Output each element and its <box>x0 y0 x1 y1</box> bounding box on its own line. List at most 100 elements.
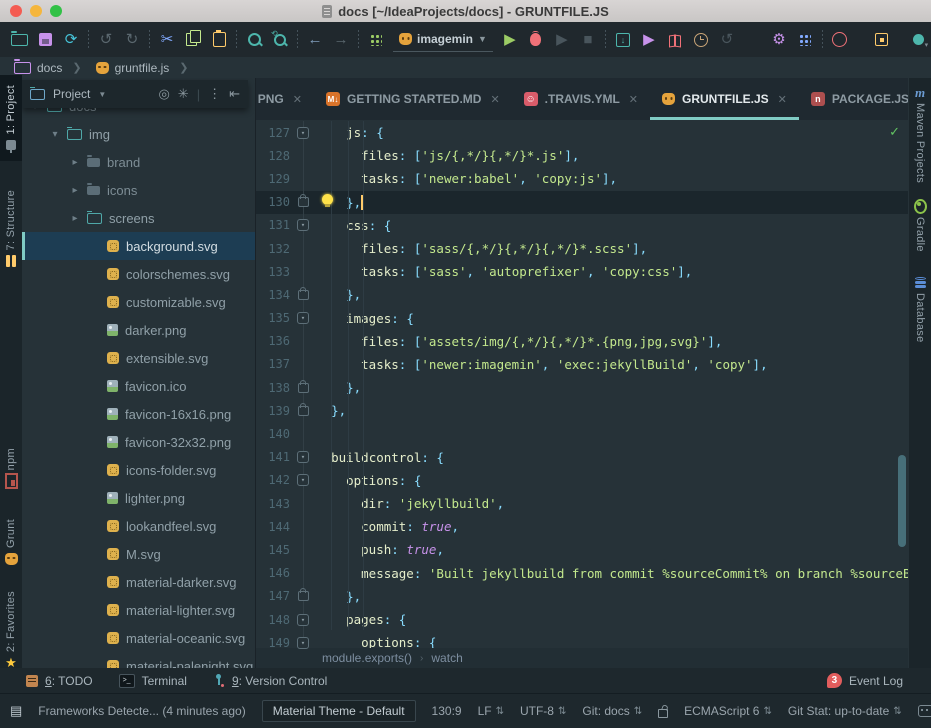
fold-close-icon[interactable] <box>297 379 309 393</box>
copy-icon[interactable] <box>180 27 206 53</box>
line-number[interactable]: 128 <box>256 149 290 163</box>
tree-item-colorschemes-svg[interactable]: colorschemes.svg <box>22 260 255 288</box>
tool-button-favorites[interactable]: 2: Favorites ★ <box>0 584 22 676</box>
line-number[interactable]: 148 <box>256 613 290 627</box>
forward-icon[interactable]: → <box>328 27 354 53</box>
tree-item-material-darker-svg[interactable]: material-darker.svg <box>22 568 255 596</box>
tree-item-lookandfeel-svg[interactable]: lookandfeel.svg <box>22 512 255 540</box>
tree-item-material-lighter-svg[interactable]: material-lighter.svg <box>22 596 255 624</box>
fold-open-icon[interactable] <box>297 126 309 139</box>
fold-open-icon[interactable] <box>297 474 309 487</box>
collapse-all-icon[interactable]: ✳ <box>178 86 189 102</box>
tree-item-icons-folder-svg[interactable]: icons-folder.svg <box>22 456 255 484</box>
readonly-toggle-icon[interactable] <box>658 705 669 718</box>
tab-package-json[interactable]: nPACKAGE.JSON✕ <box>799 78 908 120</box>
compile-icon[interactable] <box>363 27 389 53</box>
run-icon[interactable]: ▶ <box>497 27 523 53</box>
debug-icon[interactable] <box>523 27 549 53</box>
line-number[interactable]: 135 <box>256 311 290 325</box>
tree-item-img[interactable]: ▾ img <box>22 120 255 148</box>
hide-panel-icon[interactable]: ⇤ <box>229 86 240 102</box>
line-number[interactable]: 144 <box>256 520 290 534</box>
breadcrumb-watch[interactable]: watch <box>431 651 462 665</box>
tool-button-npm[interactable]: npm <box>0 436 22 500</box>
chevron-right-icon[interactable]: ▸ <box>70 185 80 196</box>
back-icon[interactable]: ← <box>302 27 328 53</box>
line-number[interactable]: 139 <box>256 404 290 418</box>
run-coverage-icon[interactable]: ▶ <box>549 27 575 53</box>
tab-gruntfile-js[interactable]: GRUNTFILE.JS ✕ <box>650 78 799 120</box>
rollback-icon[interactable] <box>662 27 688 53</box>
line-number[interactable]: 137 <box>256 357 290 371</box>
help-icon[interactable] <box>827 27 853 53</box>
tool-button-structure[interactable]: 7: Structure <box>0 165 22 293</box>
tree-item-brand[interactable]: ▸ brand <box>22 148 255 176</box>
git-branch-selector[interactable]: Git: docs ⇅ <box>582 704 642 718</box>
tree-item-icons[interactable]: ▸ icons <box>22 176 255 204</box>
line-number[interactable]: 146 <box>256 566 290 580</box>
line-number[interactable]: 134 <box>256 288 290 302</box>
breadcrumb-item-gruntfile[interactable]: gruntfile.js <box>95 61 169 75</box>
chevron-right-icon[interactable]: ▸ <box>70 213 80 224</box>
tab--travis-yml[interactable]: ☺ .TRAVIS.YML ✕ <box>512 78 650 120</box>
fold-open-icon[interactable] <box>297 613 309 626</box>
save-all-icon[interactable] <box>32 27 58 53</box>
line-separator-selector[interactable]: LF ⇅ <box>478 704 504 718</box>
project-view-selector[interactable]: Project <box>53 87 90 101</box>
theme-chip[interactable]: Material Theme - Default <box>261 700 416 722</box>
fold-close-icon[interactable] <box>297 286 309 300</box>
code-editor[interactable]: 127 js: {128 files: ['js/{,*/}{,*/}*.js'… <box>256 121 908 655</box>
tree-item-favicon-32x32-png[interactable]: favicon-32x32.png <box>22 428 255 456</box>
project-structure-icon[interactable] <box>792 27 818 53</box>
tool-button-database[interactable]: Database <box>909 276 931 364</box>
line-number[interactable]: 140 <box>256 427 290 441</box>
line-number[interactable]: 127 <box>256 126 290 140</box>
settings-icon[interactable]: ⚙ <box>766 27 792 53</box>
replace-icon[interactable] <box>267 27 293 53</box>
run-config-combo[interactable]: imagemin ▼ <box>393 27 493 52</box>
event-log-button[interactable]: 3 Event Log <box>826 673 903 688</box>
plugins-icon[interactable] <box>869 27 895 53</box>
cut-icon[interactable]: ✂ <box>154 27 180 53</box>
fold-close-icon[interactable] <box>297 194 309 208</box>
macro-record-icon[interactable] <box>907 27 931 53</box>
tab-close-icon[interactable]: ✕ <box>778 93 787 106</box>
tool-button-grunt[interactable]: Grunt <box>0 504 22 580</box>
encoding-selector[interactable]: UTF-8 ⇅ <box>520 704 566 718</box>
fold-open-icon[interactable] <box>297 312 309 325</box>
paste-icon[interactable] <box>206 27 232 53</box>
tree-item-customizable-svg[interactable]: customizable.svg <box>22 288 255 316</box>
chevron-right-icon[interactable]: ▸ <box>70 157 80 168</box>
tree-item-material-oceanic-svg[interactable]: material-oceanic.svg <box>22 624 255 652</box>
line-number[interactable]: 130 <box>256 195 290 209</box>
tab-png[interactable]: PNG ✕ <box>256 78 314 120</box>
tool-button-todo[interactable]: 6: TODO <box>26 674 93 688</box>
line-number[interactable]: 145 <box>256 543 290 557</box>
tree-item-favicon-16x16-png[interactable]: favicon-16x16.png <box>22 400 255 428</box>
tab-close-icon[interactable]: ✕ <box>629 93 638 106</box>
language-level-selector[interactable]: ECMAScript 6 ⇅ <box>684 704 772 718</box>
line-number[interactable]: 133 <box>256 265 290 279</box>
redo-icon[interactable]: ↻ <box>119 27 145 53</box>
tab-close-icon[interactable]: ✕ <box>490 93 499 106</box>
tree-item-favicon-ico[interactable]: favicon.ico <box>22 372 255 400</box>
tool-button-terminal[interactable]: >_ Terminal <box>118 673 187 688</box>
toolwindow-switcher-icon[interactable]: ▤ <box>10 703 22 719</box>
fold-open-icon[interactable] <box>297 636 309 649</box>
find-icon[interactable] <box>241 27 267 53</box>
fold-close-icon[interactable] <box>297 402 309 416</box>
git-status-selector[interactable]: Git Stat: up-to-date ⇅ <box>788 704 902 718</box>
breadcrumb-module[interactable]: module.exports() <box>322 651 412 665</box>
synchronize-icon[interactable]: ⟳ <box>58 27 84 53</box>
kebab-menu-icon[interactable]: ⋮ <box>208 86 221 102</box>
tree-item-material-palenight-svg[interactable]: material-palenight.svg <box>22 652 255 668</box>
tree-item-darker-png[interactable]: darker.png <box>22 316 255 344</box>
push-icon[interactable]: ▶ <box>636 27 662 53</box>
tool-button-version-control[interactable]: 9: Version Control <box>213 674 327 688</box>
tree-item-extensible-svg[interactable]: extensible.svg <box>22 344 255 372</box>
line-number[interactable]: 138 <box>256 381 290 395</box>
line-number[interactable]: 141 <box>256 450 290 464</box>
tree-item-screens[interactable]: ▸ screens <box>22 204 255 232</box>
locate-icon[interactable]: ◎ <box>158 86 169 102</box>
tool-button-gradle[interactable]: Gradle <box>909 199 931 272</box>
